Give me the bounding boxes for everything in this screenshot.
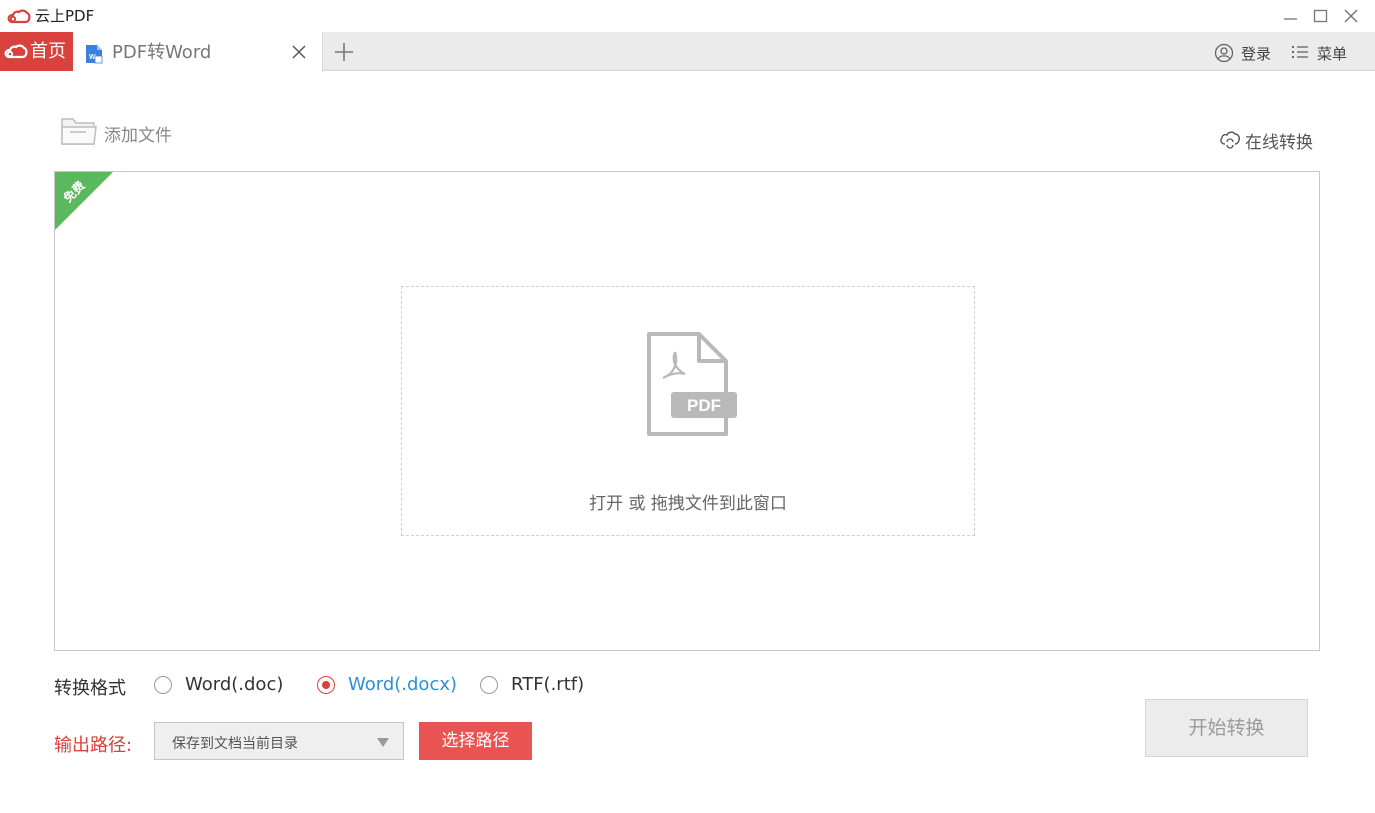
word-doc-icon: W [86, 45, 103, 64]
close-icon[interactable] [1341, 6, 1361, 26]
radio-indicator[interactable] [154, 676, 172, 694]
tab-bar: 首页 W PDF转Word 登录 菜单 [0, 32, 1375, 72]
start-convert-button[interactable]: 开始转换 [1145, 699, 1308, 757]
format-label: 转换格式 [54, 678, 126, 699]
cloud-logo-icon [4, 44, 28, 59]
radio-label: RTF(.rtf) [511, 674, 585, 695]
pdf-file-icon: PDF [647, 332, 737, 436]
chevron-down-icon [377, 738, 389, 747]
radio-indicator[interactable] [480, 676, 498, 694]
minimize-icon[interactable] [1281, 6, 1301, 26]
login-label: 登录 [1241, 45, 1272, 63]
radio-indicator-checked[interactable] [317, 676, 335, 694]
output-path-label: 输出路径: [54, 735, 133, 756]
maximize-icon[interactable] [1311, 6, 1331, 26]
add-file-button[interactable]: 添加文件 [60, 115, 190, 147]
radio-word-docx[interactable]: Word(.docx) [317, 674, 462, 696]
file-list-panel: 免费 PDF 打开 或 拖拽文件到此窗口 [54, 171, 1320, 651]
user-circle-icon [1214, 43, 1234, 63]
menu-label: 菜单 [1317, 45, 1348, 63]
tab-label: PDF转Word [112, 42, 212, 63]
radio-label: Word(.docx) [348, 674, 458, 695]
radio-word-doc[interactable]: Word(.doc) [154, 674, 294, 696]
plus-icon[interactable] [333, 41, 355, 63]
tab-home-label: 首页 [30, 41, 66, 62]
cloud-sync-icon [1220, 131, 1240, 149]
title-bar: 云上PDF [0, 0, 1375, 32]
drop-hint: 打开 或 拖拽文件到此窗口 [589, 494, 787, 514]
menu-button[interactable]: 菜单 [1291, 42, 1361, 64]
file-drop-zone[interactable]: PDF 打开 或 拖拽文件到此窗口 [401, 286, 975, 536]
add-file-label: 添加文件 [104, 126, 172, 146]
choose-path-button[interactable]: 选择路径 [419, 722, 532, 760]
menu-list-icon [1292, 46, 1308, 58]
pdf-badge-label: PDF [687, 396, 721, 415]
output-path-value: 保存到文档当前目录 [172, 736, 298, 752]
app-title: 云上PDF [35, 7, 95, 25]
tab-home[interactable]: 首页 [0, 32, 73, 71]
output-path-select[interactable]: 保存到文档当前目录 [154, 722, 404, 760]
app-logo-icon [7, 9, 31, 24]
radio-label: Word(.doc) [185, 674, 284, 695]
folder-icon [61, 118, 97, 145]
online-convert-label: 在线转换 [1245, 133, 1313, 153]
tab-pdf-to-word[interactable]: W PDF转Word [73, 32, 323, 72]
radio-rtf[interactable]: RTF(.rtf) [480, 674, 590, 696]
tab-close-icon[interactable] [290, 43, 308, 61]
online-convert-button[interactable]: 在线转换 [1219, 127, 1329, 153]
